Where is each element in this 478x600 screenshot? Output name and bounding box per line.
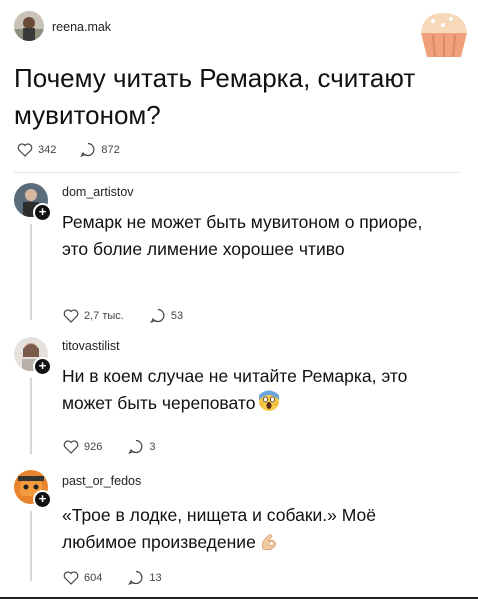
comment-reply-button[interactable]: 13 — [128, 570, 162, 585]
follow-plus-icon[interactable]: + — [33, 203, 52, 222]
heart-icon — [63, 439, 79, 454]
comment-author-name[interactable]: past_or_fedos — [62, 474, 141, 488]
post-reply-count: 872 — [101, 143, 120, 156]
reply-bubble-icon — [80, 142, 95, 157]
comment-like-count: 2,7 тыс. — [84, 309, 124, 322]
heart-icon — [63, 308, 79, 323]
comment-like-count: 604 — [84, 571, 103, 584]
comment-author-name[interactable]: titovastilist — [62, 339, 120, 353]
reply-bubble-icon — [128, 570, 143, 585]
comment-author-name[interactable]: dom_artistov — [62, 185, 134, 199]
comment-reply-count: 3 — [149, 440, 156, 453]
follow-plus-icon[interactable]: + — [33, 490, 52, 509]
comment-like-button[interactable]: 604 — [63, 570, 103, 585]
divider — [14, 172, 459, 173]
follow-plus-icon[interactable]: + — [33, 357, 52, 376]
comment-actions: 604 13 — [63, 570, 162, 585]
comment-text-content: Ни в коем случае не читайте Ремарка, это… — [62, 366, 408, 413]
reply-thread-line — [30, 511, 32, 581]
reply-bubble-icon — [128, 439, 143, 454]
comment-text: Ремарк не может быть мувитоном о приоре,… — [62, 212, 423, 259]
comment-text: Ни в коем случае не читайте Ремарка, это… — [62, 363, 447, 420]
bottom-border — [0, 597, 478, 599]
screaming-face-emoji — [258, 390, 280, 420]
post-like-count: 342 — [38, 143, 57, 156]
reply-thread-line — [30, 224, 32, 320]
heart-icon — [17, 142, 33, 157]
post-reply-button[interactable]: 872 — [80, 142, 120, 157]
post-title: Почему читать Ремарка, считают мувитоном… — [14, 63, 416, 130]
comment-like-count: 926 — [84, 440, 103, 453]
comment-like-button[interactable]: 2,7 тыс. — [63, 308, 124, 323]
post-like-button[interactable]: 342 — [17, 142, 57, 157]
heart-icon — [63, 570, 79, 585]
post-author-avatar[interactable] — [14, 11, 44, 41]
post-actions: 342 872 — [17, 142, 120, 157]
comment-reply-button[interactable]: 3 — [128, 439, 155, 454]
comment-reply-count: 53 — [170, 309, 184, 322]
cupcake-sticker — [413, 5, 473, 61]
comment-actions: 2,7 тыс. 53 — [63, 308, 183, 323]
comment-actions: 926 3 — [63, 439, 155, 454]
comment-text: «Трое в лодке, нищета и собаки.» Моё люб… — [62, 502, 447, 559]
reply-bubble-icon — [150, 308, 165, 323]
comment-reply-button[interactable]: 53 — [150, 308, 183, 323]
post-author-name[interactable]: reena.mak — [52, 20, 111, 34]
comment-text-content: «Трое в лодке, нищета и собаки.» Моё люб… — [62, 505, 376, 552]
reply-thread-line — [30, 378, 32, 454]
ok-hand-emoji — [259, 531, 279, 559]
comment-like-button[interactable]: 926 — [63, 439, 103, 454]
comment-reply-count: 13 — [149, 571, 162, 584]
